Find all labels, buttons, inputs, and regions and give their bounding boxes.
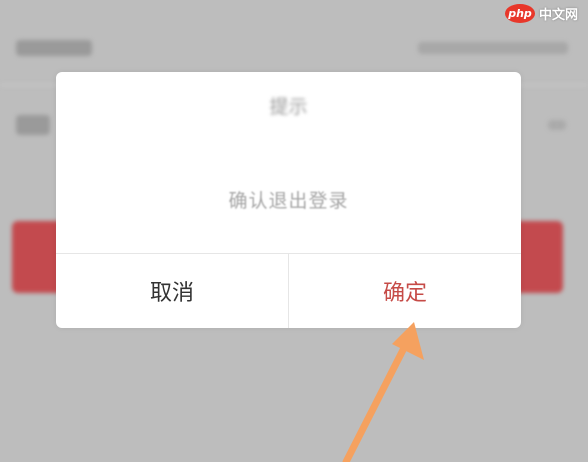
cancel-button[interactable]: 取消 (56, 254, 288, 328)
background-row-label (16, 40, 92, 56)
watermark-php-badge: php (505, 4, 535, 23)
background-row-label (16, 115, 50, 135)
watermark-logo: php 中文网 (505, 4, 578, 23)
background-chevron-icon (548, 120, 566, 130)
dialog-message: 确认退出登录 (228, 190, 349, 212)
confirm-button[interactable]: 确定 (289, 254, 521, 328)
background-row-value (418, 42, 568, 54)
dialog-title: 提示 (269, 96, 308, 118)
logout-confirm-dialog: 提示 确认退出登录 取消 确定 (56, 72, 521, 328)
watermark-site-text: 中文网 (539, 8, 579, 23)
